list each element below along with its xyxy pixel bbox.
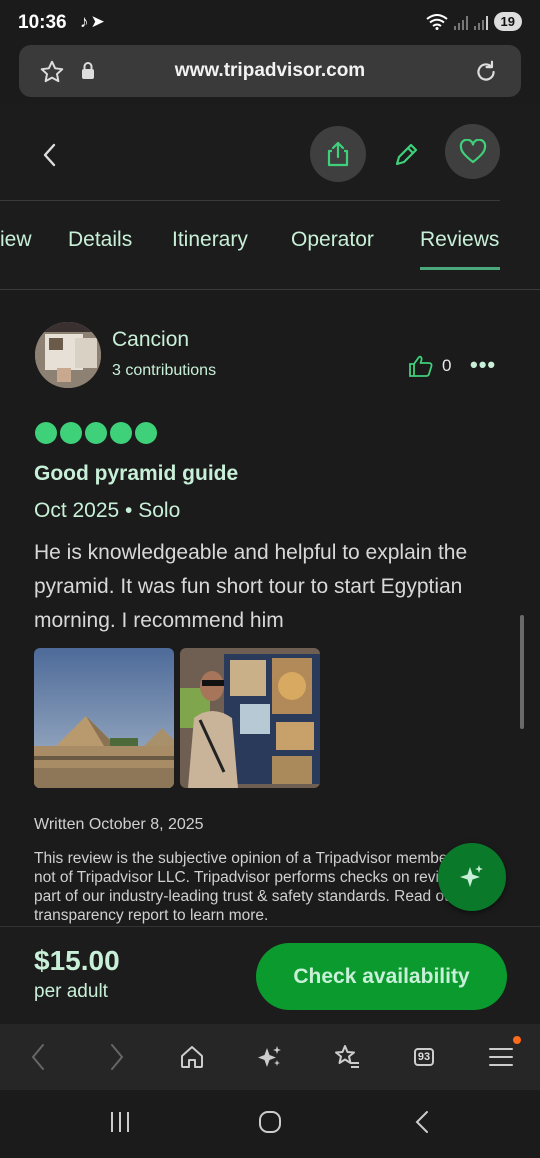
- tabs-button[interactable]: 93: [409, 1042, 439, 1072]
- save-button[interactable]: [445, 124, 500, 179]
- active-tab-indicator: [420, 267, 500, 270]
- review-title: Good pyramid guide: [34, 462, 239, 485]
- tab-details[interactable]: Details: [68, 228, 132, 252]
- status-right: 19: [425, 12, 522, 31]
- home-icon[interactable]: [177, 1042, 207, 1072]
- signal-icon-2: [473, 14, 488, 30]
- url-text: www.tripadvisor.com: [174, 60, 366, 81]
- rating-bubble: [60, 422, 82, 444]
- avatar[interactable]: [35, 322, 101, 388]
- review-written-date: Written October 8, 2025: [34, 816, 204, 833]
- bookmarks-icon[interactable]: [332, 1042, 362, 1072]
- tab-reviews[interactable]: Reviews: [420, 228, 499, 252]
- check-availability-button[interactable]: Check availability: [256, 943, 507, 1010]
- pencil-icon[interactable]: [392, 141, 420, 169]
- browser-back-icon[interactable]: [23, 1042, 53, 1072]
- sparkle-icon: [460, 865, 483, 887]
- status-time: 10:36: [18, 12, 67, 33]
- review-meta: Oct 2025 • Solo: [34, 499, 181, 522]
- address-bar[interactable]: www.tripadvisor.com: [19, 45, 521, 97]
- rating-bubble: [135, 422, 157, 444]
- tabs-divider: [0, 200, 500, 201]
- page-scrollbar[interactable]: [520, 615, 524, 729]
- wifi-icon: [425, 13, 448, 30]
- price-unit: per adult: [34, 981, 108, 1002]
- rating-bubble: [85, 422, 107, 444]
- reviewer-contributions: 3 contributions: [112, 362, 217, 379]
- ai-assistant-button[interactable]: [438, 843, 506, 911]
- booking-bar: $15.00 per adult Check availability: [0, 926, 540, 1024]
- review-body: He is knowledgeable and helpful to expla…: [34, 541, 468, 632]
- thumbs-up-icon: [409, 355, 433, 377]
- tab-itinerary[interactable]: Itinerary: [172, 228, 248, 252]
- notification-dot: [513, 1036, 521, 1044]
- tab-count: 93: [413, 1048, 435, 1066]
- system-back-icon[interactable]: [412, 1110, 432, 1134]
- menu-icon[interactable]: [486, 1036, 521, 1072]
- rating-bubble: [110, 422, 132, 444]
- share-button[interactable]: [310, 126, 366, 182]
- rating-bubbles: [35, 422, 157, 444]
- top-nav: iew Details Itinerary Operator Reviews: [0, 104, 540, 290]
- tab-operator[interactable]: Operator: [291, 228, 374, 252]
- review-photo-pyramids[interactable]: [34, 648, 174, 788]
- heart-icon: [459, 138, 486, 163]
- browser-forward-icon[interactable]: [102, 1042, 132, 1072]
- helpful-count: 0: [442, 356, 452, 375]
- review-photo-guide[interactable]: [180, 648, 320, 788]
- signal-icon: [453, 14, 468, 30]
- recent-apps-icon[interactable]: [108, 1110, 132, 1134]
- reload-icon[interactable]: [473, 59, 499, 85]
- status-bar: 10:36 ♪➤ 19: [0, 0, 540, 46]
- ai-sparkle-icon[interactable]: [255, 1042, 285, 1072]
- more-options-icon[interactable]: •••: [470, 352, 496, 378]
- share-icon: [327, 141, 349, 167]
- review-disclaimer: This review is the subjective opinion of…: [34, 850, 488, 924]
- rating-bubble: [35, 422, 57, 444]
- battery-indicator: 19: [493, 12, 522, 31]
- helpful-button[interactable]: 0: [408, 355, 451, 377]
- system-nav-bar: [0, 1090, 540, 1158]
- back-chevron-icon[interactable]: [40, 142, 60, 168]
- tab-overview[interactable]: iew: [0, 228, 32, 252]
- home-circle-icon[interactable]: [258, 1110, 282, 1134]
- price: $15.00: [34, 945, 120, 976]
- status-app-icons: ♪➤: [80, 12, 107, 31]
- browser-toolbar: 93: [0, 1024, 540, 1090]
- reviewer-name[interactable]: Cancion: [112, 328, 189, 352]
